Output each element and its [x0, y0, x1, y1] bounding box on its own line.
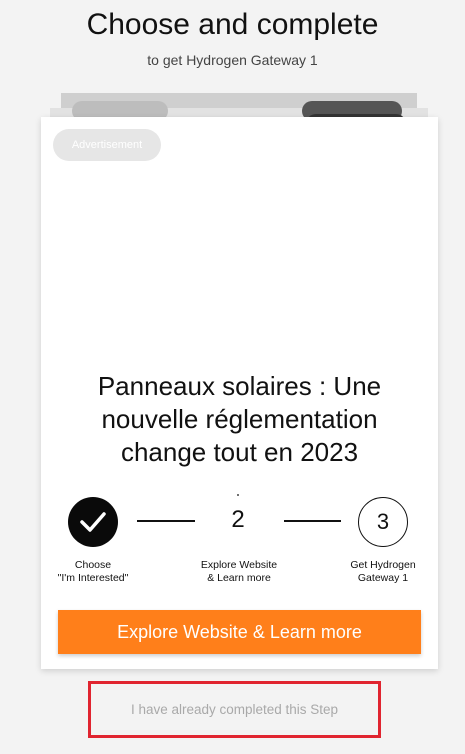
card-title: Panneaux solaires : Une nouvelle régleme…: [97, 371, 382, 467]
step-2-number: 2: [231, 506, 245, 533]
step-3-number: 3: [376, 509, 390, 534]
step-2-label-line2: & Learn more: [207, 572, 271, 584]
already-completed-link[interactable]: I have already completed this Step: [131, 702, 338, 717]
step-connector-2: [284, 520, 341, 522]
explore-website-button[interactable]: Explore Website & Learn more: [58, 610, 421, 654]
completed-step-highlight: I have already completed this Step: [88, 681, 381, 738]
page-title: Choose and complete: [86, 8, 379, 41]
checkmark-icon: [80, 512, 106, 532]
step-3-label: Get Hydrogen Gateway 1: [333, 559, 433, 585]
step-3-label-line1: Get Hydrogen: [350, 559, 416, 571]
advertisement-badge: Advertisement: [53, 129, 161, 161]
page-subtitle: to get Hydrogen Gateway 1: [147, 52, 318, 68]
step-2-label: Explore Website & Learn more: [187, 559, 291, 585]
step-3-label-line2: Gateway 1: [357, 572, 409, 584]
step-1-label: Choose "I'm Interested": [43, 559, 143, 585]
step-2-label-line1: Explore Website: [200, 559, 278, 571]
step-3-circle: 3: [358, 497, 408, 547]
offer-card: Advertisement Panneaux solaires : Une no…: [41, 117, 438, 669]
step-1-label-line2: "I'm Interested": [57, 572, 129, 584]
step-indicator-dot: [237, 494, 239, 496]
step-1-circle: [68, 497, 118, 547]
step-connector-1: [137, 520, 195, 522]
step-1-label-line1: Choose: [74, 559, 112, 571]
